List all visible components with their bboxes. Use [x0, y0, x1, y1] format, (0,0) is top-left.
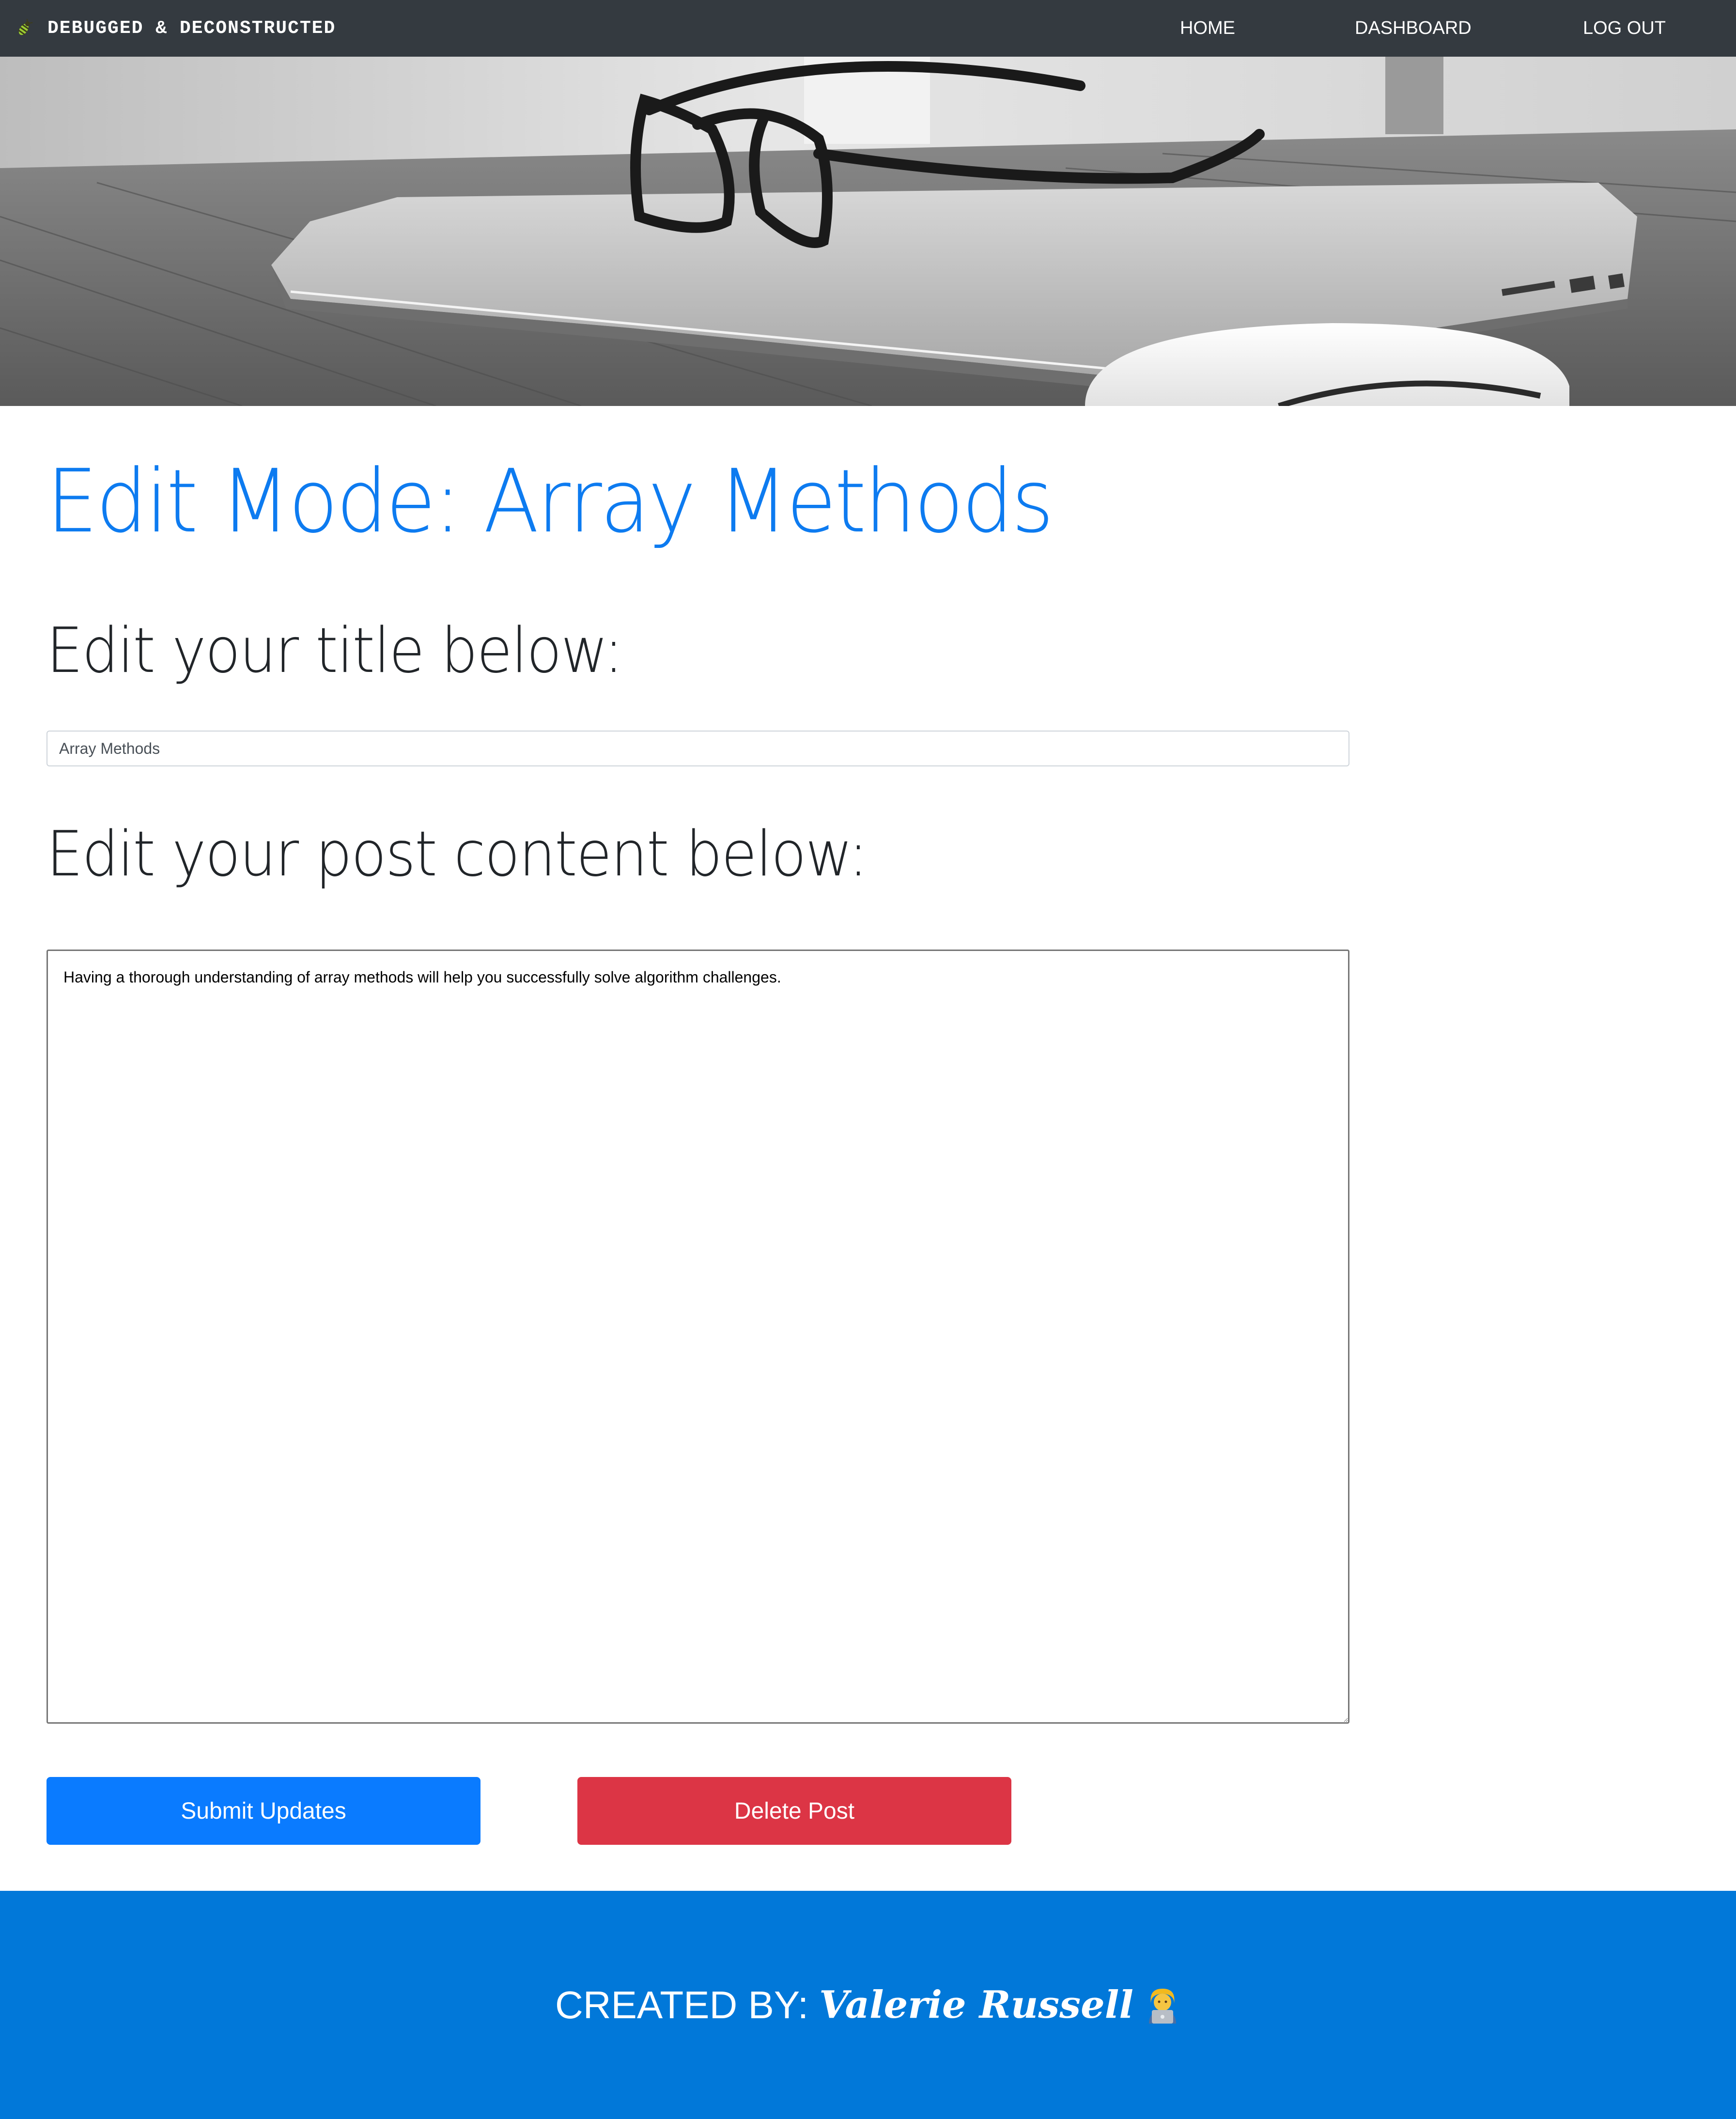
- page-title: Edit Mode: Array Methods: [46, 451, 1054, 552]
- nav-link-home[interactable]: HOME: [1180, 0, 1235, 57]
- nav-link-dashboard[interactable]: DASHBOARD: [1355, 0, 1472, 57]
- nav-link-log-out[interactable]: LOG OUT: [1583, 0, 1666, 57]
- delete-post-button[interactable]: Delete Post: [577, 1777, 1011, 1845]
- hero-image: [0, 57, 1736, 406]
- title-heading: Edit your title below:: [46, 615, 623, 687]
- submit-updates-button[interactable]: Submit Updates: [46, 1777, 480, 1845]
- person-at-laptop-icon: [1144, 1986, 1181, 2025]
- content-textarea[interactable]: Having a thorough understanding of array…: [46, 950, 1349, 1724]
- nav-links: HOME DASHBOARD LOG OUT: [0, 0, 1736, 57]
- navbar: DEBUGGED & DECONSTRUCTED HOME DASHBOARD …: [0, 0, 1736, 57]
- title-input[interactable]: [46, 731, 1349, 766]
- created-by-label: CREATED BY:: [555, 1983, 809, 2026]
- content-heading: Edit your post content below:: [46, 818, 868, 890]
- footer: CREATED BY: Valerie Russell: [0, 1891, 1736, 2119]
- footer-credit: CREATED BY: Valerie Russell: [555, 1983, 1181, 2027]
- author-name: Valerie Russell: [819, 1983, 1133, 2027]
